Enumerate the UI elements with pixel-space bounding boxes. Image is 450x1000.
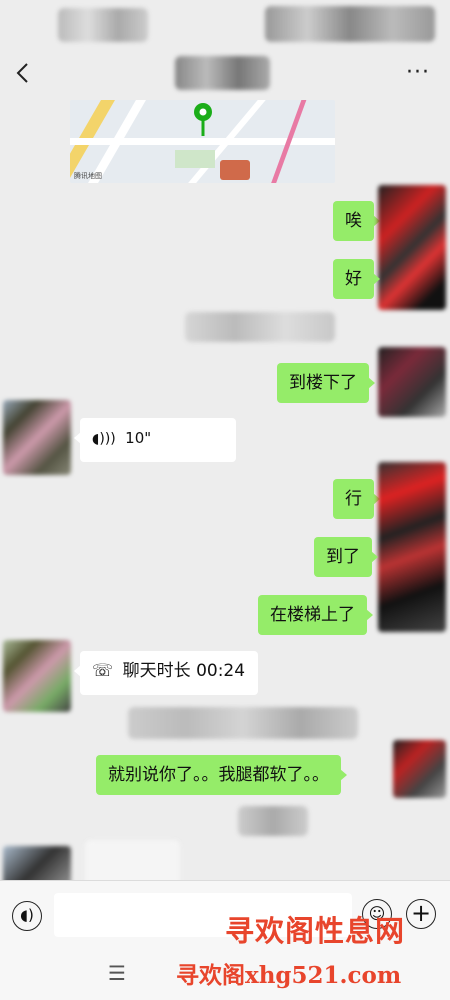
message-text: 唉 xyxy=(345,211,362,231)
menu-icon[interactable]: ☰ xyxy=(108,961,126,985)
map-logo: 腾讯地图 xyxy=(74,172,102,180)
map-park xyxy=(175,150,215,168)
message-bubble-sent[interactable]: 在楼梯上了 xyxy=(258,595,373,635)
message-text: 到了 xyxy=(326,547,360,567)
phone-hangup-icon: ☏ xyxy=(92,661,114,681)
message-bubble-sent[interactable]: 唉 xyxy=(333,201,380,241)
message-text: 好 xyxy=(345,269,362,289)
call-duration-bubble[interactable]: ☏ 聊天时长 00:24 xyxy=(74,651,258,695)
voice-duration: 10" xyxy=(125,429,152,447)
plus-icon[interactable]: + xyxy=(406,899,436,929)
watermark-url: 寻欢阁xhg521.com xyxy=(176,962,402,989)
blurred-status-right xyxy=(265,6,435,42)
avatar[interactable] xyxy=(378,347,446,417)
timestamp xyxy=(128,707,358,739)
avatar[interactable] xyxy=(3,400,71,475)
message-text: 到楼下了 xyxy=(289,373,357,393)
blurred-status-left xyxy=(58,8,148,42)
location-pin-icon xyxy=(192,102,214,142)
contact-name xyxy=(175,56,270,90)
message-bubble-sent[interactable]: 就别说你了。。我腿都软了。。 xyxy=(96,755,347,795)
more-options-button[interactable]: ··· xyxy=(406,62,430,84)
voice-message-bubble[interactable]: ◖))) 10" xyxy=(74,418,236,462)
voice-message-icon: ◖))) xyxy=(92,431,116,447)
avatar[interactable] xyxy=(378,462,446,632)
chat-header: ··· xyxy=(0,50,450,102)
avatar[interactable] xyxy=(378,185,446,310)
map-building xyxy=(220,160,250,180)
message-text: 在楼梯上了 xyxy=(270,605,355,625)
message-bubble-sent[interactable]: 行 xyxy=(333,479,380,519)
location-map-card[interactable]: 腾讯地图 xyxy=(70,100,335,183)
timestamp xyxy=(185,312,335,342)
chevron-left-icon[interactable] xyxy=(12,60,36,88)
message-bubble-sent[interactable]: 到了 xyxy=(314,537,378,577)
message-bubble-sent[interactable]: 到楼下了 xyxy=(277,363,375,403)
status-bar xyxy=(0,0,450,50)
watermark-text: 寻欢阁性息网 xyxy=(225,914,406,948)
call-duration-text: 聊天时长 00:24 xyxy=(122,661,246,681)
message-bubble-sent[interactable]: 好 xyxy=(333,259,380,299)
timestamp xyxy=(238,806,308,836)
avatar[interactable] xyxy=(3,640,71,712)
avatar[interactable] xyxy=(393,740,446,798)
voice-input-icon[interactable]: ◖) xyxy=(12,901,42,931)
message-text: 行 xyxy=(345,489,362,509)
message-text: 就别说你了。。我腿都软了。。 xyxy=(108,765,329,785)
